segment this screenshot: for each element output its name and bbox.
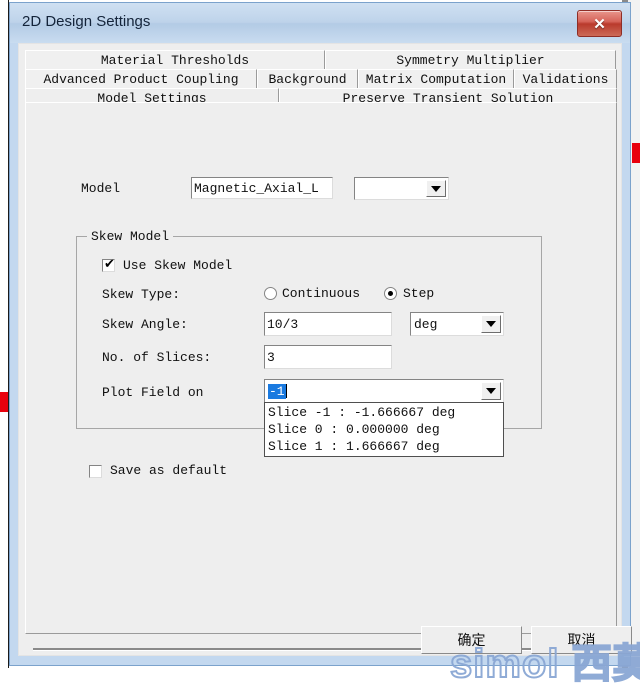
use-skew-model-label: Use Skew Model xyxy=(123,258,233,273)
tab-label: Validations xyxy=(522,71,609,87)
skew-angle-input[interactable]: 10/3 xyxy=(264,312,392,336)
skew-angle-label: Skew Angle: xyxy=(102,317,188,332)
tab-validations[interactable]: Validations xyxy=(514,69,617,89)
skew-type-continuous-radio[interactable] xyxy=(264,287,277,300)
tab-row-1: Material Thresholds Symmetry Multiplier xyxy=(25,50,617,70)
tab-label: Advanced Product Coupling xyxy=(43,71,239,87)
skew-type-label: Skew Type: xyxy=(102,287,181,302)
chevron-down-icon[interactable] xyxy=(481,382,501,400)
tab-matrix-computation[interactable]: Matrix Computation xyxy=(358,69,514,89)
close-icon: ✕ xyxy=(593,15,606,33)
skew-model-group-title: Skew Model xyxy=(87,229,174,244)
model-select[interactable] xyxy=(354,177,449,200)
skew-type-step-radio[interactable] xyxy=(384,287,397,300)
plot-field-on-value: -1 xyxy=(268,383,286,399)
save-as-default-checkbox[interactable] xyxy=(89,465,102,478)
number-of-slices-label: No. of Slices: xyxy=(102,350,212,365)
tab-material-thresholds[interactable]: Material Thresholds xyxy=(25,50,325,70)
tab-background[interactable]: Background xyxy=(257,69,358,89)
skew-type-continuous-label: Continuous xyxy=(282,286,361,301)
plot-field-on-dropdown-list[interactable]: Slice -1 : -1.666667 deg Slice 0 : 0.000… xyxy=(264,402,504,457)
dialog-client-area: Material Thresholds Symmetry Multiplier … xyxy=(18,43,623,656)
tab-strip: Material Thresholds Symmetry Multiplier … xyxy=(25,50,617,108)
ok-button[interactable]: 确定 xyxy=(421,626,522,654)
skew-type-step-label: Step xyxy=(403,286,435,301)
tab-symmetry-multiplier[interactable]: Symmetry Multiplier xyxy=(325,50,616,70)
chevron-down-icon[interactable] xyxy=(426,180,446,197)
desktop-background: 2D Design Settings ✕ Material Thresholds… xyxy=(0,0,640,687)
tab-row-2: Advanced Product Coupling Background Mat… xyxy=(25,69,617,89)
radio-selected-dot-icon xyxy=(388,291,393,296)
check-icon: ✔ xyxy=(104,257,115,272)
number-of-slices-input[interactable]: 3 xyxy=(264,345,392,369)
design-settings-dialog: 2D Design Settings ✕ Material Thresholds… xyxy=(9,2,640,687)
model-select-value xyxy=(358,178,426,199)
dialog-titlebar[interactable]: 2D Design Settings ✕ xyxy=(10,3,630,43)
background-red-marker-right xyxy=(632,143,640,163)
cancel-button[interactable]: 取消 xyxy=(531,626,632,654)
tab-label: Material Thresholds xyxy=(100,52,250,68)
close-button[interactable]: ✕ xyxy=(577,10,622,37)
chevron-down-icon[interactable] xyxy=(481,315,501,333)
plot-field-on-label: Plot Field on xyxy=(102,385,204,400)
use-skew-model-checkbox[interactable]: ✔ xyxy=(102,257,115,272)
model-name-input[interactable]: Magnetic_Axial_L xyxy=(191,177,333,199)
tab-label: Background xyxy=(268,71,347,87)
plot-field-on-select[interactable]: -1 xyxy=(264,379,504,403)
tab-label: Symmetry Multiplier xyxy=(396,52,545,68)
list-item[interactable]: Slice 0 : 0.000000 deg xyxy=(265,421,503,438)
background-red-marker-left xyxy=(0,392,8,412)
skew-angle-unit-value: deg xyxy=(414,316,438,332)
text-caret xyxy=(285,384,287,398)
dialog-title: 2D Design Settings xyxy=(22,13,151,30)
list-item[interactable]: Slice -1 : -1.666667 deg xyxy=(265,404,503,421)
model-label: Model xyxy=(81,181,121,196)
tab-advanced-product-coupling[interactable]: Advanced Product Coupling xyxy=(25,69,257,89)
plot-field-on-value-wrap: -1 xyxy=(268,380,481,402)
skew-angle-unit-select[interactable]: deg xyxy=(410,312,504,336)
list-item[interactable]: Slice 1 : 1.666667 deg xyxy=(265,438,503,455)
tab-label: Matrix Computation xyxy=(365,71,507,87)
save-as-default-label: Save as default xyxy=(110,463,228,478)
